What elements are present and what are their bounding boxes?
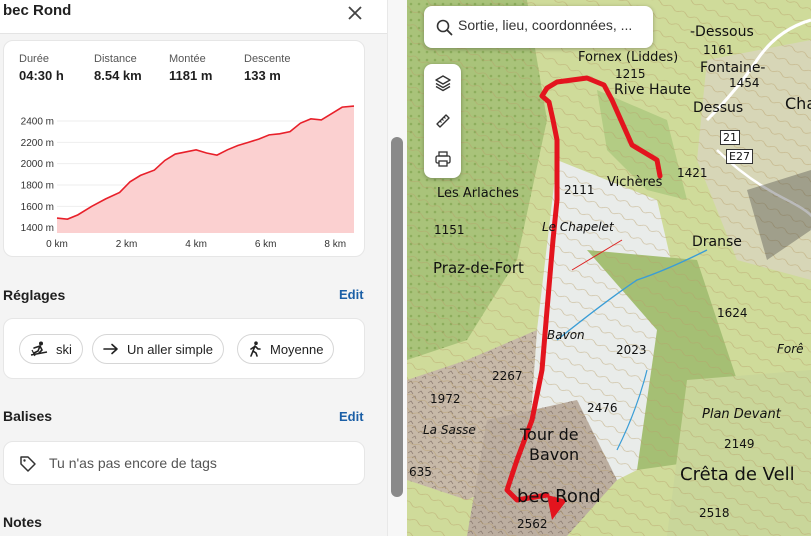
stat-label: Durée — [19, 53, 49, 65]
notes-title: Notes — [3, 514, 42, 530]
measure-button[interactable] — [424, 102, 461, 140]
map-label: La Sasse — [423, 423, 476, 437]
layers-icon — [434, 75, 451, 92]
road-number-badge: E27 — [726, 149, 753, 164]
stat-label: Distance — [94, 53, 137, 65]
x-tick-label: 8 km — [324, 239, 346, 250]
x-tick-label: 0 km — [46, 239, 68, 250]
y-tick-label: 1600 m — [21, 202, 54, 213]
stat-value: 04:30 h — [19, 68, 64, 83]
activity-chip[interactable]: ski — [19, 334, 83, 364]
map-label: 2149 — [724, 437, 755, 451]
stat-label: Descente — [244, 53, 291, 65]
map-toolbar — [424, 64, 461, 178]
map-label: Forê — [777, 342, 804, 356]
layers-button[interactable] — [424, 64, 461, 102]
road-number-badge: 21 — [720, 130, 740, 145]
stat-value: 1181 m — [169, 68, 213, 83]
skier-icon — [30, 341, 48, 357]
stat-label: Montée — [169, 53, 206, 65]
map-label: Vichères — [607, 175, 663, 190]
tag-icon — [20, 456, 36, 472]
chip-label: Un aller simple — [127, 341, 213, 357]
y-tick-label: 2000 m — [21, 159, 54, 170]
hiker-icon — [250, 341, 261, 357]
difficulty-chip[interactable]: Moyenne — [237, 334, 335, 364]
y-tick-label: 1400 m — [21, 223, 54, 234]
settings-edit-link[interactable]: Edit — [339, 287, 364, 302]
map-label: 1454 — [729, 76, 760, 90]
stat-value: 8.54 km — [94, 68, 142, 83]
stat-distance: Distance 8.54 km — [94, 53, 142, 83]
map-label: 1624 — [717, 306, 748, 320]
map-label: 1151 — [434, 223, 465, 237]
y-tick-label: 2400 m — [21, 117, 54, 128]
map-label: bec Rond — [517, 486, 601, 507]
search-icon — [436, 19, 453, 36]
close-icon — [348, 6, 362, 20]
route-title: bec Rond — [3, 2, 72, 19]
chip-label: ski — [56, 341, 72, 357]
map-label: Dranse — [692, 234, 742, 250]
map-label: 1972 — [430, 392, 461, 406]
chip-label: Moyenne — [270, 341, 324, 357]
stat-ascent: Montée 1181 m — [169, 53, 212, 83]
tags-edit-link[interactable]: Edit — [339, 409, 364, 424]
route-stats-card: Durée 04:30 h Distance 8.54 km Montée 11… — [3, 40, 365, 257]
map-label: 1161 — [703, 43, 734, 57]
map-label: 1421 — [677, 166, 708, 180]
stat-descent: Descente 133 m — [244, 53, 290, 83]
settings-card: ski Un aller simple Moyenne — [3, 318, 365, 379]
stat-duration: Durée 04:30 h — [19, 53, 64, 83]
map-label: 2476 — [587, 401, 618, 415]
map-label: 635 — [409, 465, 432, 479]
map-label: Bavon — [547, 328, 585, 342]
map-label: Plan Devant — [702, 407, 781, 422]
map-label: Crêta de Vell — [680, 464, 795, 485]
map-label: 2111 — [564, 183, 595, 197]
map-label: 2518 — [699, 506, 730, 520]
topo-map[interactable]: -Dessous 1161 Fontaine- 1454 Dessus Cha … — [407, 0, 811, 536]
panel-scrollbar-thumb[interactable] — [391, 137, 403, 497]
map-label: 2267 — [492, 369, 523, 383]
map-label: Bavon — [529, 445, 580, 464]
map-label: Les Arlaches — [437, 186, 519, 201]
x-tick-label: 6 km — [255, 239, 277, 250]
map-label: Praz-de-Fort — [433, 259, 524, 277]
arrow-right-icon — [103, 343, 118, 355]
y-tick-label: 1800 m — [21, 181, 54, 192]
print-icon — [434, 151, 451, 167]
map-label: Fontaine- — [700, 60, 766, 76]
map-label: -Dessous — [690, 24, 754, 40]
map-label: Cha — [785, 94, 811, 113]
x-tick-label: 4 km — [185, 239, 207, 250]
route-panel: bec Rond Durée 04:30 h Distance 8.54 km … — [0, 0, 387, 536]
print-button[interactable] — [424, 140, 461, 178]
map-label: Le Chapelet — [542, 220, 614, 234]
elevation-profile-chart[interactable]: 1400 m 1600 m 1800 m 2000 m 2200 m 2400 m 0 km… — [4, 99, 364, 254]
tags-card[interactable]: Tu n'as pas encore de tags — [3, 441, 365, 485]
map-label: 2023 — [616, 343, 647, 357]
map-search-input[interactable] — [458, 17, 648, 33]
map-label: 1215 — [615, 67, 646, 81]
ruler-icon — [435, 114, 450, 128]
elevation-area — [57, 106, 354, 233]
map-label: Rive Haute — [614, 82, 692, 98]
route-type-chip[interactable]: Un aller simple — [92, 334, 224, 364]
map-search-box[interactable] — [424, 6, 653, 48]
settings-title: Réglages — [3, 287, 66, 303]
stat-value: 133 m — [244, 68, 281, 83]
map-label: Fornex (Liddes) — [578, 50, 679, 65]
map-label: Tour de — [520, 425, 579, 444]
x-tick-label: 2 km — [116, 239, 138, 250]
no-tags-text: Tu n'as pas encore de tags — [49, 455, 217, 471]
map-label: Dessus — [693, 100, 744, 116]
map-label: 2562 — [517, 517, 548, 531]
y-tick-label: 2200 m — [21, 138, 54, 149]
close-button[interactable] — [345, 3, 365, 23]
panel-header: bec Rond — [0, 0, 387, 34]
tags-title: Balises — [3, 408, 53, 424]
